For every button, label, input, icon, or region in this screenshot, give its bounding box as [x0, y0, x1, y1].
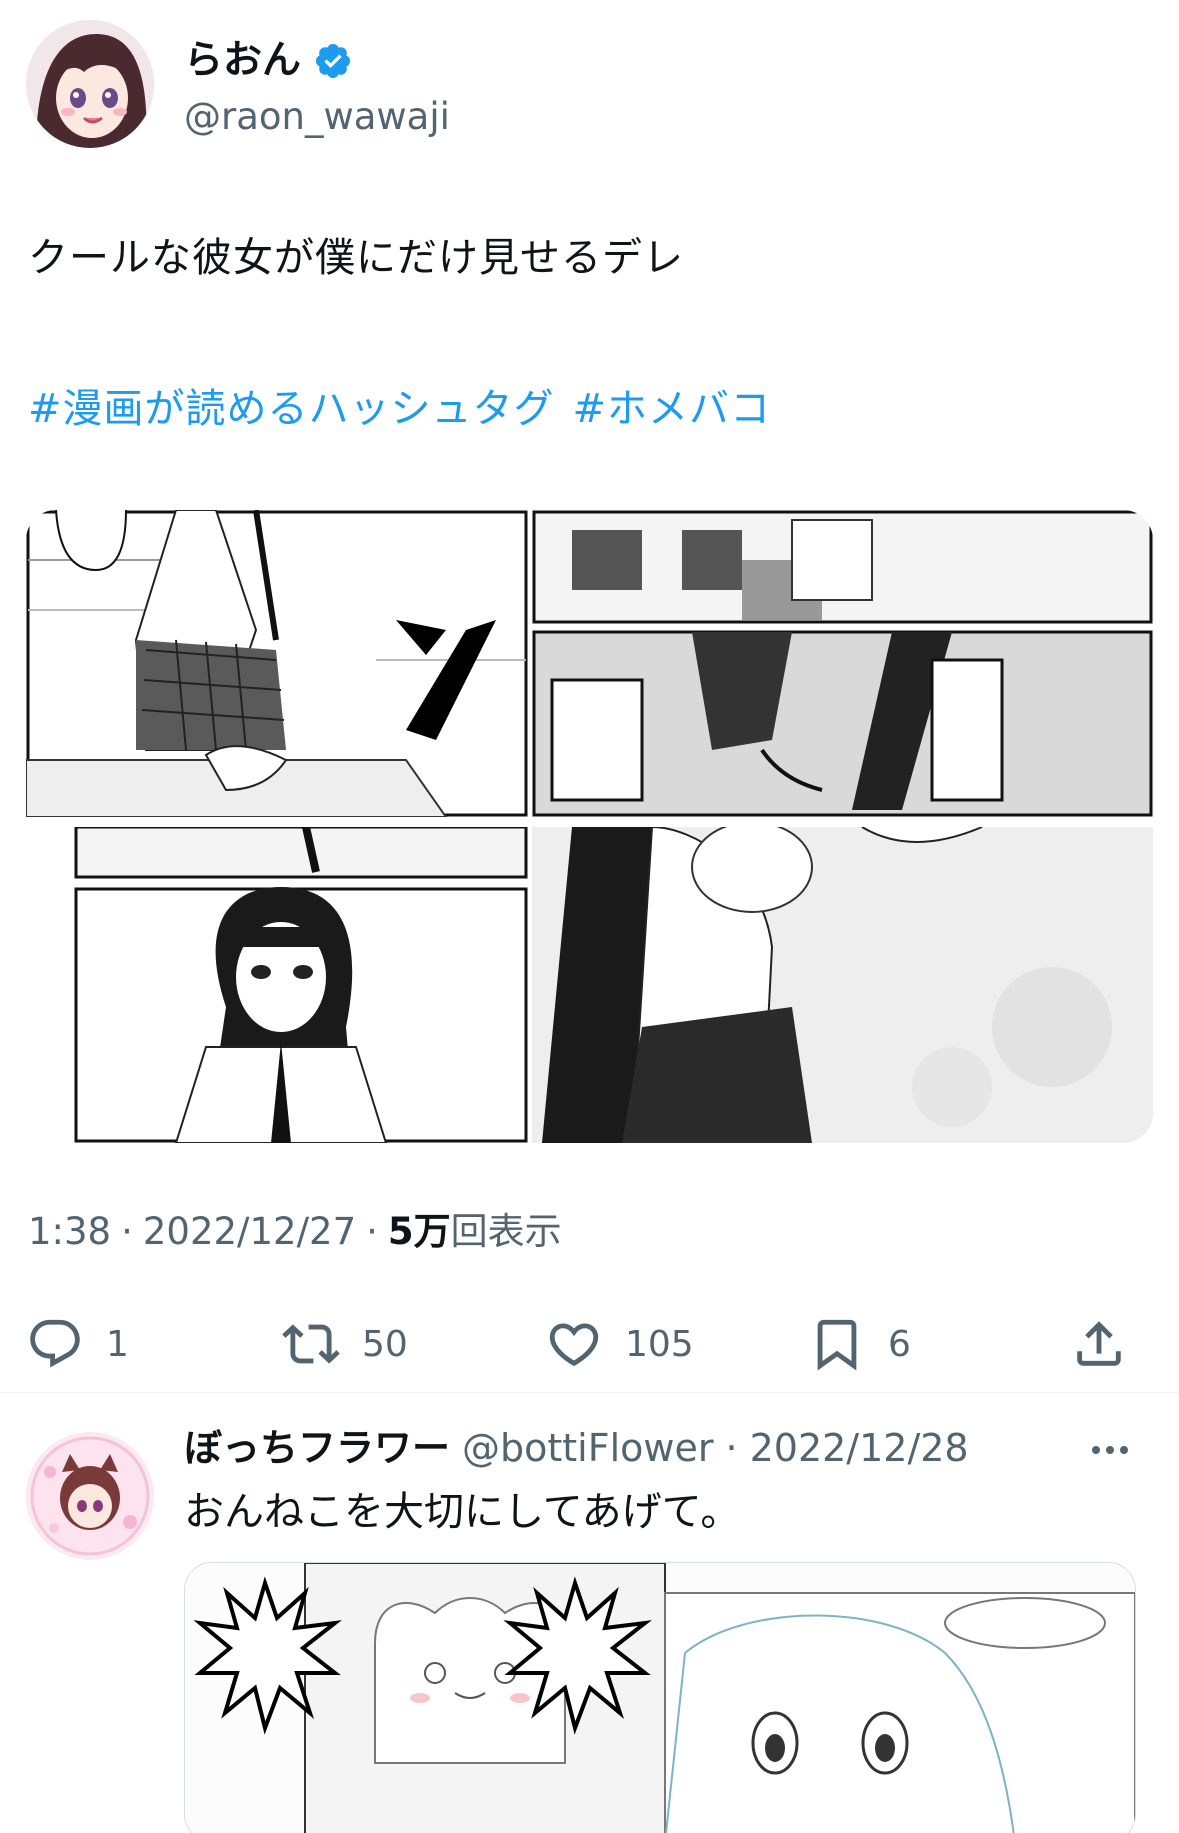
bookmark-count: 6 — [888, 1323, 911, 1365]
retweet-button[interactable]: 50 — [282, 1315, 408, 1373]
author-display-name[interactable]: らおん — [184, 36, 353, 86]
tweet-date[interactable]: 2022/12/27 — [143, 1208, 356, 1256]
divider — [0, 1392, 1179, 1393]
like-count: 105 — [625, 1323, 694, 1365]
reply-separator: · — [725, 1426, 738, 1470]
hashtag-list: #漫画が読めるハッシュタグ #ホメバコ — [28, 383, 771, 435]
tweet-time[interactable]: 1:38 — [28, 1208, 111, 1256]
media-image-3[interactable] — [26, 827, 528, 1143]
bookmark-icon — [817, 1319, 857, 1371]
share-icon — [1077, 1321, 1121, 1366]
tweet-actions-bar: 1 50 105 6 — [0, 1305, 1179, 1385]
heart-icon — [549, 1323, 599, 1367]
reply-author-handle[interactable]: @bottiFlower — [462, 1423, 713, 1473]
reply-media-image[interactable] — [184, 1562, 1136, 1833]
media-image-1[interactable] — [26, 510, 528, 817]
media-image-2[interactable] — [532, 510, 1153, 817]
reply-author-name[interactable]: ぼっちフラワー — [184, 1423, 450, 1473]
views-label: 回表示 — [450, 1210, 562, 1253]
reply-icon — [30, 1319, 80, 1368]
bookmark-button[interactable]: 6 — [808, 1315, 911, 1373]
retweet-count: 50 — [362, 1323, 408, 1365]
meta-separator: · — [121, 1210, 133, 1253]
hashtag-link[interactable]: #漫画が読めるハッシュタグ — [28, 383, 555, 435]
hashtag-link[interactable]: #ホメバコ — [573, 383, 772, 435]
views-count[interactable]: 5万回表示 — [388, 1208, 562, 1256]
media-image-4[interactable] — [532, 827, 1153, 1143]
tweet-metadata: 1:38 · 2022/12/27 · 5万回表示 — [28, 1208, 562, 1256]
reply-button[interactable]: 1 — [26, 1315, 129, 1373]
author-name-text: らおん — [184, 38, 302, 83]
reply-date[interactable]: 2022/12/28 — [750, 1423, 969, 1473]
reply-author-avatar[interactable] — [26, 1432, 154, 1560]
views-number: 5万 — [387, 1210, 451, 1253]
verified-badge-icon — [315, 43, 351, 79]
retweet-icon — [282, 1324, 340, 1364]
more-horizontal-icon — [1092, 1446, 1128, 1454]
author-avatar[interactable] — [26, 20, 154, 148]
more-options-button[interactable] — [1085, 1430, 1135, 1470]
tweet-media-grid — [26, 510, 1153, 1143]
meta-separator: · — [366, 1210, 378, 1253]
tweet-text: クールな彼女が僕にだけ見せるデレ — [28, 235, 684, 281]
reply-text: おんねこを大切にしてあげて。 — [184, 1489, 741, 1535]
reply-count: 1 — [106, 1323, 129, 1365]
share-button[interactable] — [1070, 1315, 1128, 1373]
author-handle[interactable]: @raon_wawaji — [184, 94, 450, 140]
like-button[interactable]: 105 — [545, 1315, 694, 1373]
reply-header: ぼっちフラワー @bottiFlower · 2022/12/28 — [184, 1423, 969, 1473]
